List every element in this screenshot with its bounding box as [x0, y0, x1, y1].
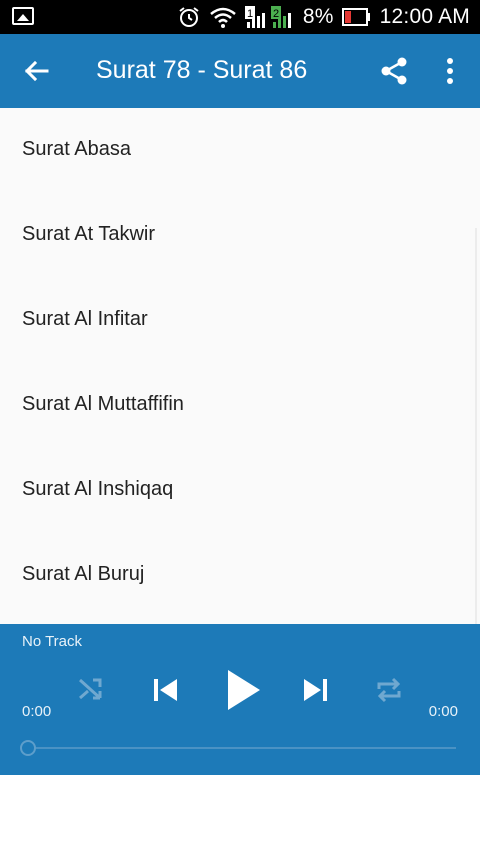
sim2-label: 2 [273, 8, 279, 20]
list-item[interactable]: Surat Abasa [0, 108, 480, 193]
alarm-icon [179, 7, 199, 27]
back-arrow-icon[interactable] [18, 53, 54, 89]
track-list: Surat Abasa Surat At Takwir Surat Al Inf… [0, 108, 480, 708]
seek-thumb[interactable] [20, 740, 36, 756]
track-title: No Track [22, 633, 83, 650]
list-item-label: Surat Al Infitar [22, 308, 148, 330]
list-item-label: Surat Al Muttaffifin [22, 393, 184, 415]
list-item-label: Surat At Takwir [22, 223, 156, 245]
repeat-icon[interactable] [373, 674, 405, 706]
battery-percent: 8% [302, 5, 334, 28]
list-item[interactable]: Surat At Takwir [0, 193, 480, 278]
seek-bar[interactable] [28, 747, 456, 749]
list-item[interactable]: Surat Al Infitar [0, 278, 480, 363]
status-indicators: 1 2 8% 12:00 AM [177, 0, 470, 34]
play-icon[interactable] [222, 668, 264, 712]
shuffle-icon[interactable] [76, 674, 106, 704]
skip-previous-icon[interactable] [149, 674, 181, 706]
list-item[interactable]: Surat Al Buruj [0, 533, 480, 618]
list-item-label: Surat Al Buruj [22, 563, 145, 585]
battery-icon [341, 8, 370, 26]
page-title: Surat 78 - Surat 86 [96, 56, 308, 84]
elapsed-time: 0:00 [22, 703, 52, 720]
list-item-label: Surat Al Inshiqaq [22, 478, 174, 500]
list-item[interactable]: Surat Al Inshiqaq [0, 448, 480, 533]
more-vert-icon[interactable] [436, 55, 464, 87]
list-item-label: Surat Abasa [22, 138, 131, 160]
notification-icon [12, 7, 34, 25]
signal-icon: 1 2 [244, 6, 291, 28]
app-bar: Surat 78 - Surat 86 [0, 34, 480, 108]
clock: 12:00 AM [379, 5, 470, 28]
sim1-label: 1 [247, 8, 253, 20]
media-player: No Track 0:00 0:00 [0, 624, 480, 775]
wifi-icon [210, 7, 236, 28]
list-item[interactable]: Surat Al Muttaffifin [0, 363, 480, 448]
status-bar: 1 2 8% 12:00 AM [0, 0, 480, 34]
share-icon[interactable] [378, 55, 410, 87]
empty-area [0, 775, 480, 854]
total-duration: 0:00 [428, 703, 458, 720]
skip-next-icon[interactable] [300, 674, 332, 706]
